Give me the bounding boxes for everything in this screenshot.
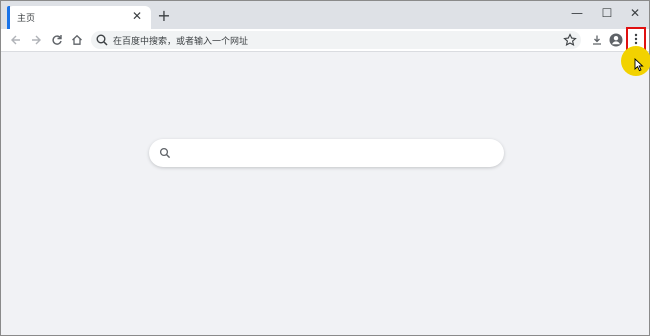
- omnibox-placeholder: 在百度中搜索，或者输入一个网址: [113, 37, 249, 47]
- search-icon: [96, 34, 108, 46]
- home-icon: [72, 34, 82, 45]
- forward-button[interactable]: [27, 31, 45, 49]
- tab-active-indicator: [7, 6, 10, 29]
- download-icon: [593, 35, 601, 45]
- browser-window: 主页 ✕ + — ☐ ✕ 在百度中搜索，或者输入一个网址: [0, 0, 650, 336]
- avatar-icon: [609, 33, 623, 47]
- back-button[interactable]: [7, 31, 25, 49]
- search-icon: [159, 147, 171, 159]
- window-close-button[interactable]: ✕: [621, 3, 649, 23]
- tab-home[interactable]: 主页 ✕: [7, 6, 151, 29]
- home-button[interactable]: [68, 31, 86, 49]
- toolbar: 在百度中搜索，或者输入一个网址: [1, 29, 649, 52]
- tab-strip: 主页 ✕ + — ☐ ✕: [1, 1, 649, 29]
- kebab-menu-icon: [634, 33, 638, 45]
- arrow-right-icon: [32, 35, 41, 45]
- mouse-cursor-icon: [634, 58, 644, 72]
- ntp-search-box[interactable]: [149, 139, 504, 167]
- minimize-button[interactable]: —: [563, 3, 591, 23]
- profile-button[interactable]: [607, 31, 625, 49]
- tab-title: 主页: [17, 14, 36, 24]
- reload-icon: [52, 35, 62, 45]
- maximize-button[interactable]: ☐: [593, 3, 621, 23]
- ntp-search-input[interactable]: [177, 144, 496, 164]
- reload-button[interactable]: [48, 31, 66, 49]
- omnibox[interactable]: 在百度中搜索，或者输入一个网址: [91, 31, 581, 49]
- new-tab-button[interactable]: +: [155, 7, 173, 25]
- arrow-left-icon: [11, 35, 20, 45]
- star-icon[interactable]: [563, 33, 577, 47]
- tab-close-button[interactable]: ✕: [129, 8, 145, 24]
- download-button[interactable]: [588, 31, 606, 49]
